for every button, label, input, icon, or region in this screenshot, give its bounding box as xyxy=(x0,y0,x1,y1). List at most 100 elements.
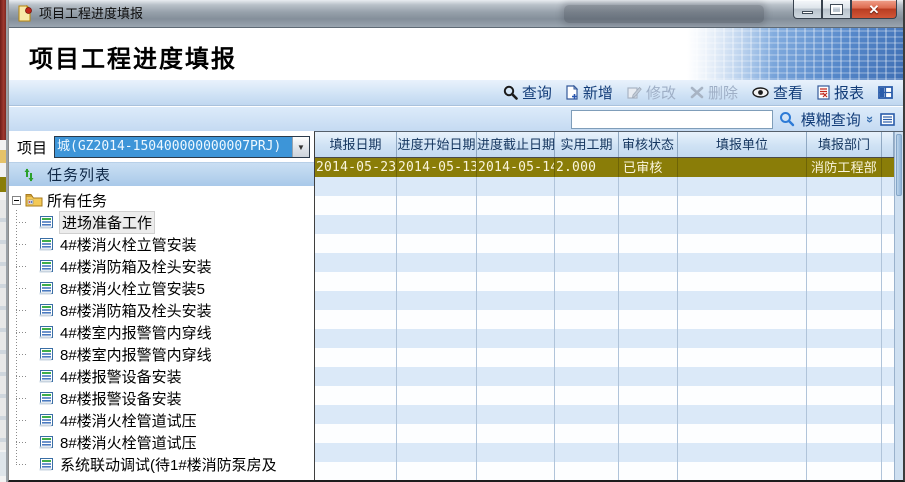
task-list-header: 任务列表 xyxy=(9,162,314,186)
table-cell xyxy=(397,424,477,443)
table-cell xyxy=(555,177,619,196)
table-cell xyxy=(397,310,477,329)
table-row-empty[interactable] xyxy=(315,462,894,480)
task-icon xyxy=(39,370,54,383)
tree-item-task[interactable]: 系统联动调试(待1#楼消防泵房及 xyxy=(9,453,314,475)
tree-item-task[interactable]: 4#楼室内报警管内穿线 xyxy=(9,321,314,343)
table-cell xyxy=(477,462,555,480)
column-header[interactable]: 进度截止日期 xyxy=(477,132,555,157)
tree-item-task[interactable]: 8#楼室内报警管内穿线 xyxy=(9,343,314,365)
search-input[interactable] xyxy=(571,110,773,129)
chevron-double-down-icon[interactable]: » xyxy=(863,115,878,122)
toolbar-button-new-document[interactable]: 新增 xyxy=(566,82,613,103)
column-header[interactable]: 填报部门 xyxy=(807,132,882,157)
task-label: 4#楼消火栓立管安装 xyxy=(60,234,197,255)
table-row-empty[interactable] xyxy=(315,253,894,272)
table-cell-partial xyxy=(882,234,894,253)
column-header[interactable]: 审核状态 xyxy=(619,132,678,157)
vertical-scrollbar[interactable] xyxy=(894,132,903,480)
delete-icon xyxy=(690,86,704,99)
tree-item-task[interactable]: 4#楼消防箱及栓头安装 xyxy=(9,255,314,277)
minimize-button[interactable] xyxy=(793,0,822,19)
table-cell xyxy=(619,367,678,386)
close-button[interactable]: ✕ xyxy=(851,0,897,19)
tree-item-task[interactable]: 4#楼消火栓立管安装 xyxy=(9,233,314,255)
task-icon xyxy=(39,458,54,471)
table-cell xyxy=(555,215,619,234)
table-cell xyxy=(555,234,619,253)
column-header[interactable]: 进度开始日期 xyxy=(397,132,477,157)
tree-item-task[interactable]: 4#楼报警设备安装 xyxy=(9,365,314,387)
table-row-empty[interactable] xyxy=(315,367,894,386)
table-row-empty[interactable] xyxy=(315,272,894,291)
table-cell xyxy=(555,462,619,480)
search-bar: 模糊查询 » xyxy=(9,107,903,131)
task-icon xyxy=(39,304,54,317)
maximize-button[interactable] xyxy=(822,0,851,19)
table-cell-partial xyxy=(882,291,894,310)
grid-icon[interactable] xyxy=(878,86,893,99)
column-header[interactable]: 填报日期 xyxy=(315,132,397,157)
table-cell xyxy=(619,443,678,462)
task-icon xyxy=(39,392,54,405)
table-cell xyxy=(315,272,397,291)
scrollbar-thumb[interactable] xyxy=(896,134,902,196)
tree-item-task[interactable]: 4#楼消火栓管道试压 xyxy=(9,409,314,431)
tree-item-task[interactable]: 8#楼消火栓立管安装5 xyxy=(9,277,314,299)
tree-root[interactable]: 所有任务 xyxy=(9,189,314,211)
table-cell xyxy=(397,215,477,234)
table-row-empty[interactable] xyxy=(315,348,894,367)
table-cell: 已审核 xyxy=(619,158,678,177)
table-row-empty[interactable] xyxy=(315,196,894,215)
report-icon xyxy=(817,85,830,100)
toolbar-button-search[interactable]: 查询 xyxy=(503,82,552,103)
table-cell xyxy=(678,386,807,405)
search-icon[interactable] xyxy=(779,111,795,127)
table-row-empty[interactable] xyxy=(315,177,894,196)
table-cell xyxy=(619,253,678,272)
table-row-empty[interactable] xyxy=(315,310,894,329)
toolbar-button-view-eye[interactable]: 查看 xyxy=(752,82,803,103)
toolbar-button-report[interactable]: 报表 xyxy=(817,82,864,103)
table-row-empty[interactable] xyxy=(315,424,894,443)
fuzzy-query-label[interactable]: 模糊查询 xyxy=(801,109,861,130)
list-settings-icon[interactable] xyxy=(880,113,895,126)
table-cell xyxy=(619,329,678,348)
column-header[interactable]: 填报单位 xyxy=(678,132,807,157)
task-label: 4#楼消火栓管道试压 xyxy=(60,410,197,431)
table-row-selected[interactable]: 2014-05-232014-05-132014-05-142.000已审核消防… xyxy=(315,158,894,177)
table-row-empty[interactable] xyxy=(315,386,894,405)
search-icon xyxy=(503,85,518,100)
table-row-empty[interactable] xyxy=(315,215,894,234)
table-cell xyxy=(477,215,555,234)
table-cell xyxy=(619,196,678,215)
dropdown-arrow-icon[interactable]: ▼ xyxy=(292,137,309,157)
project-dropdown[interactable]: 城(GZ2014-150400000000007PRJ) ▼ xyxy=(54,136,310,158)
column-header[interactable]: 实用工期 xyxy=(555,132,619,157)
table-row-empty[interactable] xyxy=(315,405,894,424)
table-cell xyxy=(315,462,397,480)
table-cell xyxy=(477,405,555,424)
task-icon xyxy=(39,282,54,295)
table-row-empty[interactable] xyxy=(315,329,894,348)
table-row-empty[interactable] xyxy=(315,234,894,253)
table-cell-partial xyxy=(882,158,894,177)
toolbar-button-label: 查询 xyxy=(522,82,552,103)
table-cell xyxy=(678,405,807,424)
table-cell xyxy=(555,272,619,291)
collapse-icon[interactable] xyxy=(12,196,21,205)
tree-item-task[interactable]: 8#楼消防箱及栓头安装 xyxy=(9,299,314,321)
tree-item-task[interactable]: 8#楼消火栓管道试压 xyxy=(9,431,314,453)
tree-item-task[interactable]: 8#楼报警设备安装 xyxy=(9,387,314,409)
title-bar[interactable]: 项目工程进度填报 ✕ xyxy=(9,0,903,28)
table-cell xyxy=(477,291,555,310)
tree-item-task[interactable]: 进场准备工作 xyxy=(9,211,314,233)
table-cell-partial xyxy=(882,253,894,272)
table-cell-partial xyxy=(882,462,894,480)
table-cell-partial xyxy=(882,215,894,234)
table-row-empty[interactable] xyxy=(315,443,894,462)
table-cell: 2.000 xyxy=(555,158,619,177)
table-cell-partial xyxy=(882,177,894,196)
table-row-empty[interactable] xyxy=(315,291,894,310)
refresh-icon[interactable] xyxy=(23,168,35,182)
